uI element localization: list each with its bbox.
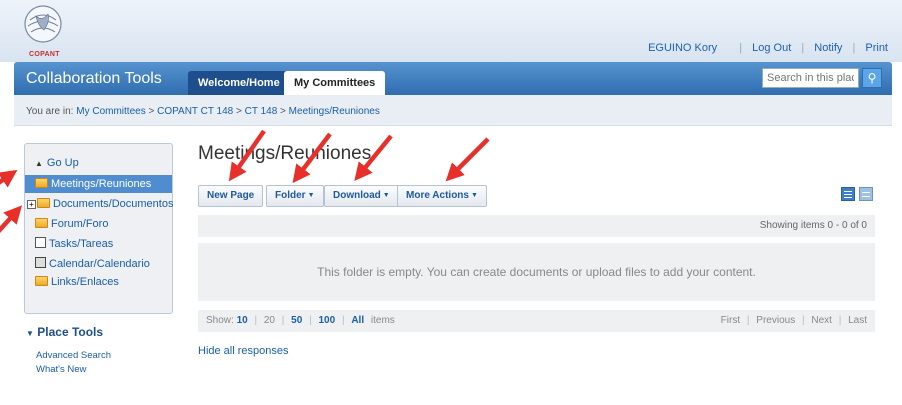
top-banner: COPANT EGUINO Kory | Log Out | Notify | … [0,0,902,62]
items-label: items [370,315,395,326]
sidebar-item-links[interactable]: Links/Enlaces [25,273,172,291]
page-size-50[interactable]: 50 [291,315,302,326]
more-actions-label: More Actions [406,190,469,201]
sidebar-item-label: Tasks/Tareas [49,238,114,250]
folder-label: Folder [275,190,306,201]
sidebar-item-label: Links/Enlaces [51,276,119,288]
sidebar-item-label: Calendar/Calendario [49,258,150,270]
arrow-to-more-actions [445,137,490,182]
main-navbar: Collaboration Tools Welcome/Home My Comm… [14,62,892,95]
folder-menu-button[interactable]: Folder ▼ [266,185,324,207]
go-up-link[interactable]: ▲ Go Up [25,154,172,172]
hide-all-responses-link[interactable]: Hide all responses [198,345,289,357]
more-actions-menu-button[interactable]: More Actions ▼ [397,185,487,207]
folder-icon [35,276,48,286]
logout-link[interactable]: Log Out [752,42,791,54]
new-page-button[interactable]: New Page [198,185,264,207]
page-size-100[interactable]: 100 [318,315,335,326]
breadcrumb-separator: > [148,106,155,117]
page-navigation: First | Previous | Next | Last [721,315,867,326]
folder-icon [35,218,48,228]
app-title: Collaboration Tools [26,70,162,87]
page-size-20[interactable]: 20 [264,315,275,326]
showing-items-text: Showing items 0 - 0 of 0 [759,220,867,231]
previous-page-link[interactable]: Previous [756,315,795,326]
expand-icon[interactable]: + [27,200,36,209]
first-page-link[interactable]: First [721,315,740,326]
page-size-10[interactable]: 10 [237,315,248,326]
list-view-icon[interactable] [841,187,855,201]
breadcrumb-prefix: You are in: [26,106,74,117]
separator: | [801,315,805,326]
empty-folder-message-box: This folder is empty. You can create doc… [198,243,875,301]
download-menu-button[interactable]: Download ▼ [324,185,399,207]
separator: | [739,42,743,54]
notify-link[interactable]: Notify [814,42,842,54]
new-page-label: New Page [207,190,255,201]
breadcrumb: You are in: My Committees > COPANT CT 14… [14,95,892,126]
collapse-triangle-icon: ▼ [26,329,34,338]
show-label: Show: [206,315,234,326]
breadcrumb-item[interactable]: Meetings/Reuniones [289,106,380,117]
separator: | [838,315,842,326]
dropdown-caret-icon: ▼ [470,192,478,199]
dropdown-caret-icon: ▼ [382,192,390,199]
showing-items-bar: Showing items 0 - 0 of 0 [198,215,875,237]
page-title: Meetings/Reuniones [198,143,372,164]
search-input[interactable] [762,68,859,88]
separator: | [341,315,345,326]
sidebar-navigation: ▲ Go Up Meetings/Reuniones + Documents/Doc… [24,143,173,314]
calendar-icon [35,257,46,268]
search-icon[interactable]: ⚲ [862,68,882,88]
breadcrumb-item[interactable]: My Committees [76,106,145,117]
details-view-icon[interactable] [859,187,873,201]
go-up-label: Go Up [46,157,79,169]
print-link[interactable]: Print [865,42,888,54]
breadcrumb-separator: > [280,106,286,117]
separator: | [852,42,856,54]
sidebar-item-label: Documents/Documentos [53,198,174,210]
tab-my-committees[interactable]: My Committees [284,71,386,95]
sidebar-item-forum[interactable]: Forum/Foro [25,215,172,233]
pagination-bar: Show: 10 | 20 | 50 | 100 | All items Fir… [198,310,875,332]
copant-logo [24,5,62,43]
sidebar-item-label: Meetings/Reuniones [51,178,152,190]
sidebar-item-label: Forum/Foro [51,218,109,230]
breadcrumb-separator: > [236,106,242,117]
place-tools-label: Place Tools [37,325,104,339]
up-arrow-icon: ▲ [35,159,43,168]
download-label: Download [333,190,381,201]
place-tools-heading[interactable]: ▼ Place Tools [26,325,103,339]
folder-icon [37,198,50,208]
arrow-to-documents [0,205,23,233]
user-name-link[interactable]: EGUINO Kory [648,42,717,54]
separator: | [746,315,750,326]
sidebar-item-documents[interactable]: + Documents/Documentos [25,195,174,213]
folder-icon [35,178,48,188]
separator: | [309,315,312,326]
logo-text: COPANT [29,51,60,58]
last-page-link[interactable]: Last [848,315,867,326]
tab-welcome-home[interactable]: Welcome/Home [188,71,290,95]
dropdown-caret-icon: ▼ [307,192,315,199]
next-page-link[interactable]: Next [811,315,832,326]
sidebar-item-calendar[interactable]: Calendar/Calendario [25,255,172,273]
whats-new-link[interactable]: What's New [36,364,86,375]
separator: | [281,315,285,326]
tasks-icon [35,237,46,248]
user-links: EGUINO Kory | Log Out | Notify | Print [648,42,888,54]
advanced-search-link[interactable]: Advanced Search [36,350,111,361]
breadcrumb-item[interactable]: CT 148 [245,106,278,117]
separator: | [801,42,805,54]
breadcrumb-item[interactable]: COPANT CT 148 [157,106,233,117]
sidebar-item-meetings[interactable]: Meetings/Reuniones [25,175,172,193]
arrow-to-meetings [0,169,18,188]
sidebar-item-tasks[interactable]: Tasks/Tareas [25,235,172,253]
page-size-all[interactable]: All [351,315,364,326]
empty-folder-message: This folder is empty. You can create doc… [317,265,756,279]
separator: | [254,315,258,326]
